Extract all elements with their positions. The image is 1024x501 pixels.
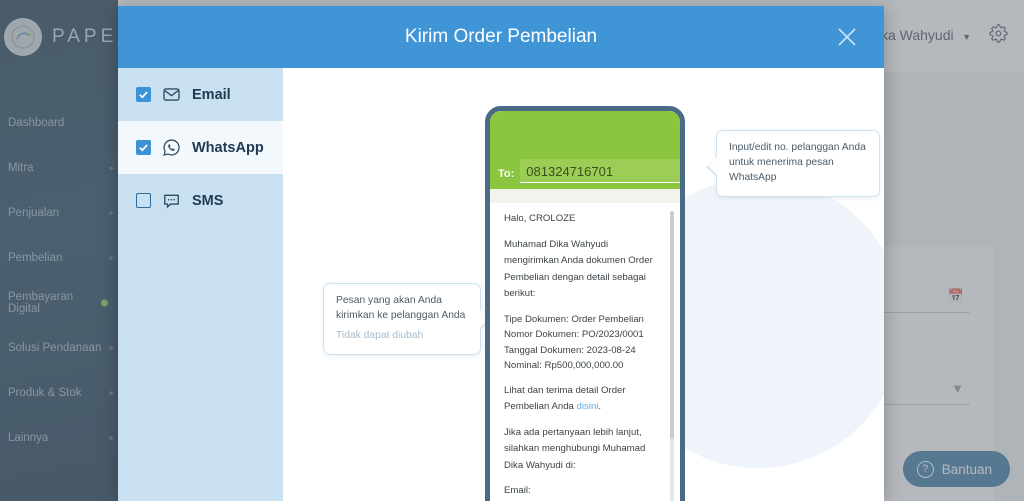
recipient-row: To:: [498, 159, 680, 183]
email-label: Email:: [504, 485, 531, 497]
modal-title: Kirim Order Pembelian: [404, 26, 598, 47]
whatsapp-icon: [162, 138, 181, 157]
link-sentence-prefix: Lihat dan terima detail Order Pembelian …: [504, 384, 626, 413]
phone-mockup: To: Halo, CROLOZE Muhamad Dika Wahyudi m…: [485, 106, 685, 501]
sms-bubble-icon: [162, 191, 181, 210]
send-purchase-order-modal: Kirim Order Pembelian Email WhatsApp SMS…: [118, 6, 884, 501]
detail-tanggal-dokumen: Tanggal Dokumen: 2023-08-24: [504, 344, 636, 356]
to-label: To:: [498, 168, 515, 180]
message-intro: Muhamad Dika Wahyudi mengirimkan Anda do…: [504, 238, 653, 300]
modal-body: Email WhatsApp SMS Pesan yang akan Anda …: [118, 68, 884, 501]
channel-row-email[interactable]: Email: [118, 68, 283, 121]
callout-phone-info: Input/edit no. pelanggan Anda untuk mene…: [706, 130, 880, 197]
recipient-phone-input[interactable]: [520, 159, 680, 183]
message-contact-intro: Jika ada pertanyaan lebih lanjut, silahk…: [504, 426, 646, 471]
modal-header: Kirim Order Pembelian: [118, 6, 884, 68]
close-icon[interactable]: [832, 22, 862, 52]
callout-text: Pesan yang akan Anda kirimkan ke pelangg…: [336, 295, 466, 321]
phone-divider: [490, 189, 680, 203]
callout-note: Tidak dapat diubah: [336, 329, 424, 341]
message-greeting: Halo, CROLOZE: [504, 213, 576, 224]
message-scrollbar[interactable]: [670, 211, 674, 501]
message-preview-pane: Pesan yang akan Anda kirimkan ke pelangg…: [283, 68, 884, 501]
link-sentence-suffix: .: [598, 401, 602, 413]
message-body-wrapper: Halo, CROLOZE Muhamad Dika Wahyudi mengi…: [490, 203, 680, 501]
detail-nomor-dokumen: Nomor Dokumen: PO/2023/0001: [504, 329, 644, 341]
channel-label: Email: [192, 86, 231, 103]
envelope-icon: [162, 85, 181, 104]
callout-text: Input/edit no. pelanggan Anda untuk mene…: [729, 142, 866, 183]
checkbox-sms[interactable]: [136, 193, 151, 208]
channel-selector: Email WhatsApp SMS: [118, 68, 283, 501]
document-link[interactable]: disini: [577, 401, 599, 412]
checkbox-whatsapp[interactable]: [136, 140, 151, 155]
message-link-sentence: Lihat dan terima detail Order Pembelian …: [504, 383, 664, 416]
channel-label: WhatsApp: [192, 139, 264, 156]
channel-label: SMS: [192, 192, 224, 209]
message-body: Halo, CROLOZE Muhamad Dika Wahyudi mengi…: [504, 211, 676, 501]
phone-header: To:: [490, 111, 680, 189]
message-contact-details: Email: dikawahyudi.paper@gmail.com No. H…: [504, 483, 664, 501]
message-details: Tipe Dokumen: Order Pembelian Nomor Doku…: [504, 312, 664, 374]
detail-nominal: Nominal: Rp500,000,000.00: [504, 360, 624, 372]
channel-row-whatsapp[interactable]: WhatsApp: [118, 121, 283, 174]
checkbox-email[interactable]: [136, 87, 151, 102]
callout-message-info: Pesan yang akan Anda kirimkan ke pelangg…: [323, 283, 491, 355]
channel-row-sms[interactable]: SMS: [118, 174, 283, 227]
detail-tipe-dokumen: Tipe Dokumen: Order Pembelian: [504, 313, 644, 325]
